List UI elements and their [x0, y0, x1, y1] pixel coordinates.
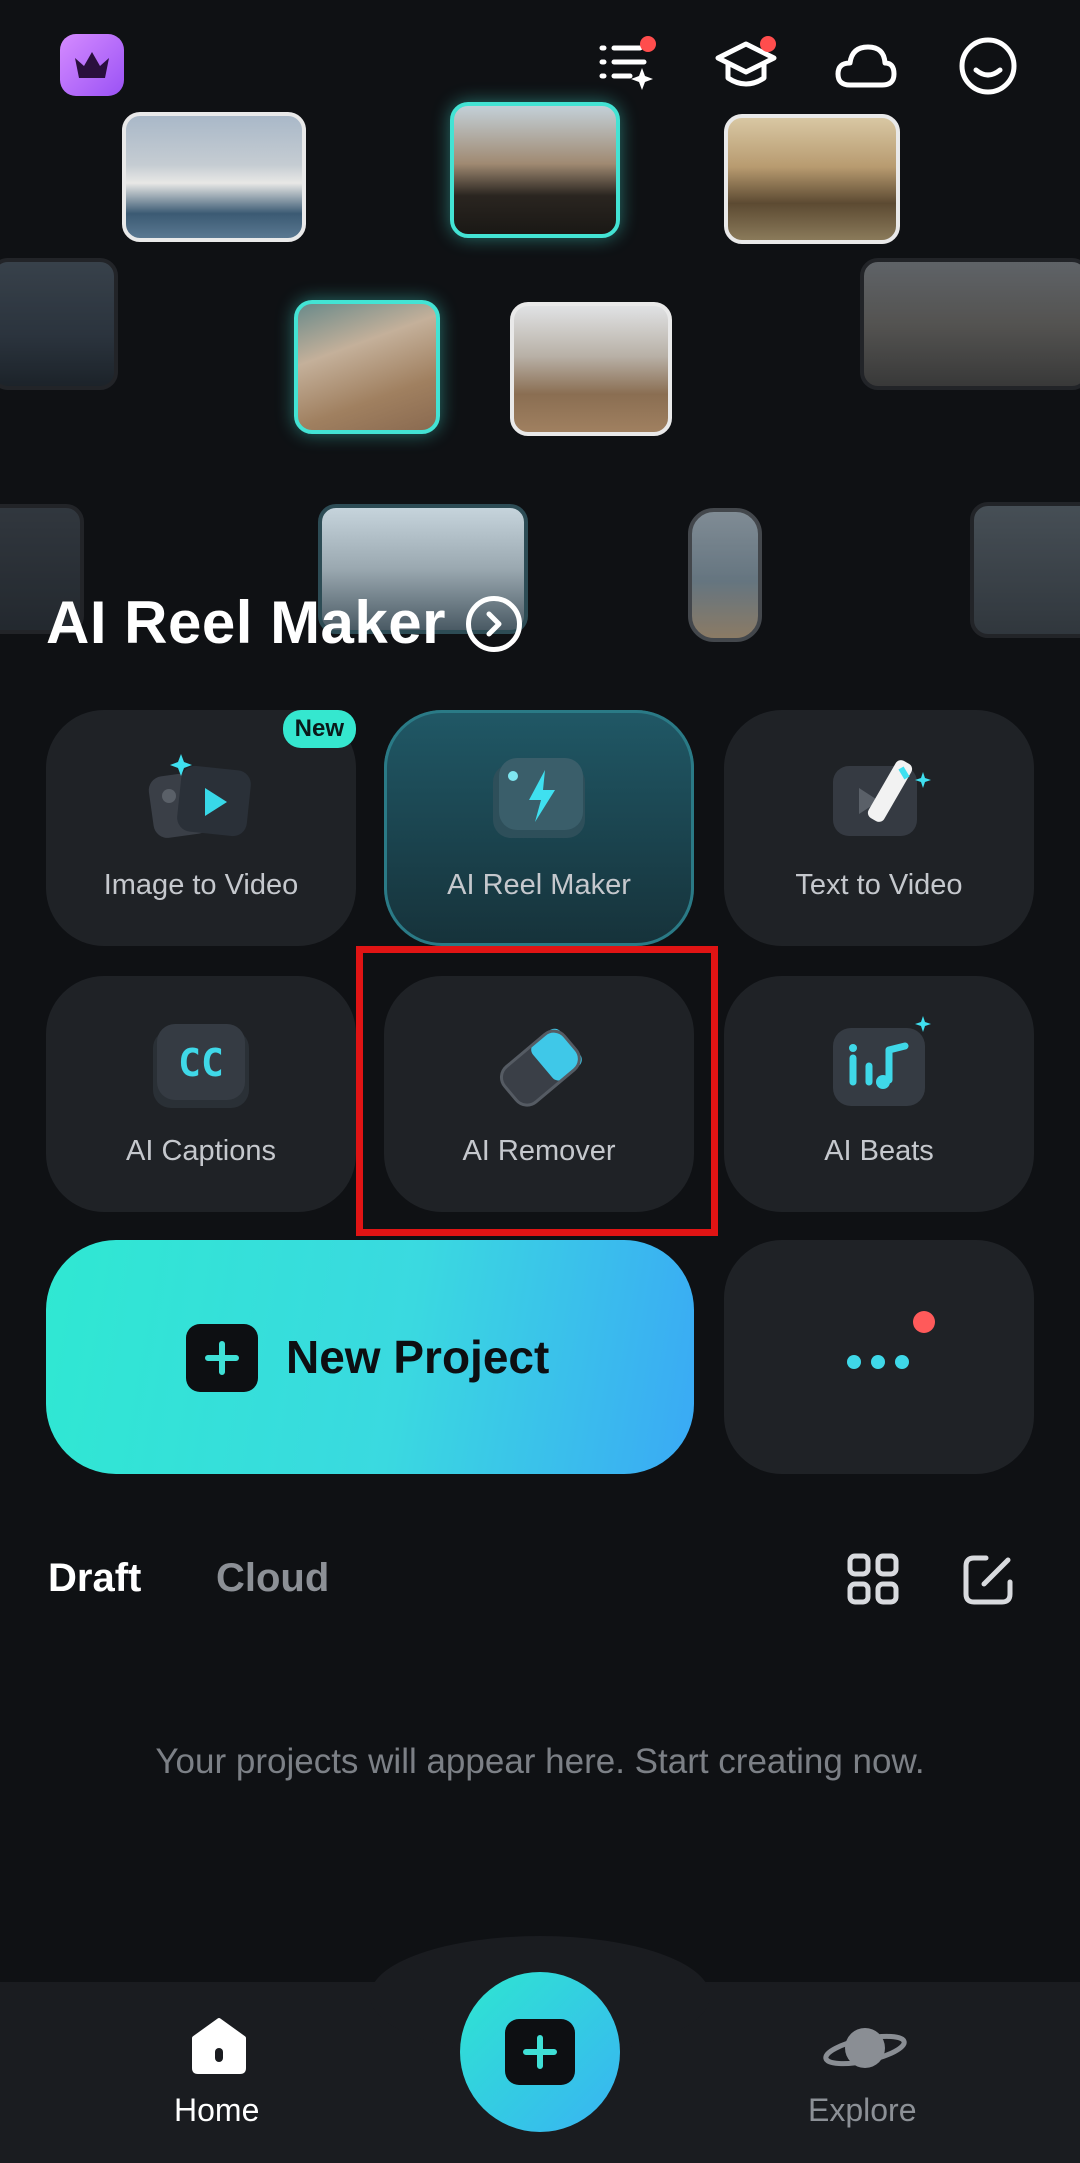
notification-dot — [760, 36, 776, 52]
cc-captions-icon: CC — [153, 1024, 249, 1108]
notification-dot — [640, 36, 656, 52]
tool-ai-beats[interactable]: AI Beats — [724, 976, 1034, 1212]
hero-thumbnail-beach — [294, 300, 440, 434]
hero-thumbnail-bridge — [510, 302, 672, 436]
smiley-profile-icon — [959, 37, 1017, 95]
new-project-label: New Project — [286, 1331, 550, 1383]
text-to-video-icon — [833, 760, 931, 836]
image-to-video-icon — [148, 754, 251, 838]
tool-image-to-video[interactable]: Image to Video New — [46, 710, 356, 946]
svg-text:CC: CC — [178, 1041, 224, 1085]
more-tools-button[interactable] — [724, 1240, 1034, 1474]
nav-home-label[interactable]: Home — [174, 2092, 259, 2129]
profile-button[interactable] — [950, 28, 1026, 104]
tool-label: Image to Video — [103, 869, 299, 901]
new-project-button[interactable]: New Project — [46, 1240, 694, 1474]
cloud-button[interactable] — [828, 28, 904, 104]
hero-thumbnail-ferry — [122, 112, 306, 242]
plus-icon — [505, 2019, 575, 2085]
home-icon — [192, 2018, 246, 2074]
hero-thumbnail-narrow — [688, 508, 762, 642]
create-fab-button[interactable] — [460, 1972, 620, 2132]
tab-draft[interactable]: Draft — [48, 1556, 141, 1601]
hero-thumbnail-street — [450, 102, 620, 238]
hero-thumbnail-cafe — [724, 114, 900, 244]
highlight-box — [356, 946, 718, 1236]
ai-reel-maker-icon — [493, 758, 585, 838]
tool-ai-captions[interactable]: CC AI Captions — [46, 976, 356, 1212]
tool-label: AI Captions — [126, 1135, 276, 1167]
chevron-right-icon — [486, 611, 502, 637]
cloud-icon — [835, 44, 897, 88]
hero-thumbnail-building — [860, 258, 1080, 390]
hero-thumbnail-tower — [0, 258, 118, 390]
tutorials-button[interactable] — [708, 28, 784, 104]
crown-icon — [75, 52, 109, 78]
task-list-button[interactable] — [588, 28, 664, 104]
tab-cloud[interactable]: Cloud — [216, 1556, 329, 1601]
edit-icon — [963, 1555, 1013, 1605]
hero-title[interactable]: AI Reel Maker — [46, 588, 446, 657]
grid-view-button[interactable] — [846, 1552, 900, 1606]
grid-icon — [847, 1553, 899, 1605]
premium-crown-button[interactable] — [60, 34, 124, 96]
tool-label: AI Reel Maker — [447, 869, 631, 901]
empty-state-message: Your projects will appear here. Start cr… — [155, 1742, 925, 1781]
nav-explore[interactable] — [820, 2018, 910, 2088]
edit-button[interactable] — [960, 1552, 1016, 1608]
more-dots-icon — [847, 1311, 935, 1369]
music-beats-icon — [833, 1016, 931, 1106]
tool-label: Text to Video — [795, 869, 963, 901]
planet-icon — [823, 2028, 907, 2068]
new-badge: New — [282, 710, 356, 748]
nav-explore-label[interactable]: Explore — [808, 2092, 917, 2129]
hero-arrow-button[interactable] — [466, 596, 522, 652]
tool-text-to-video[interactable]: Text to Video — [724, 710, 1034, 946]
tool-ai-reel-maker[interactable]: AI Reel Maker — [384, 710, 694, 946]
tool-label: AI Beats — [824, 1135, 934, 1167]
hero-thumbnail-right — [970, 502, 1080, 638]
plus-icon — [186, 1324, 258, 1392]
